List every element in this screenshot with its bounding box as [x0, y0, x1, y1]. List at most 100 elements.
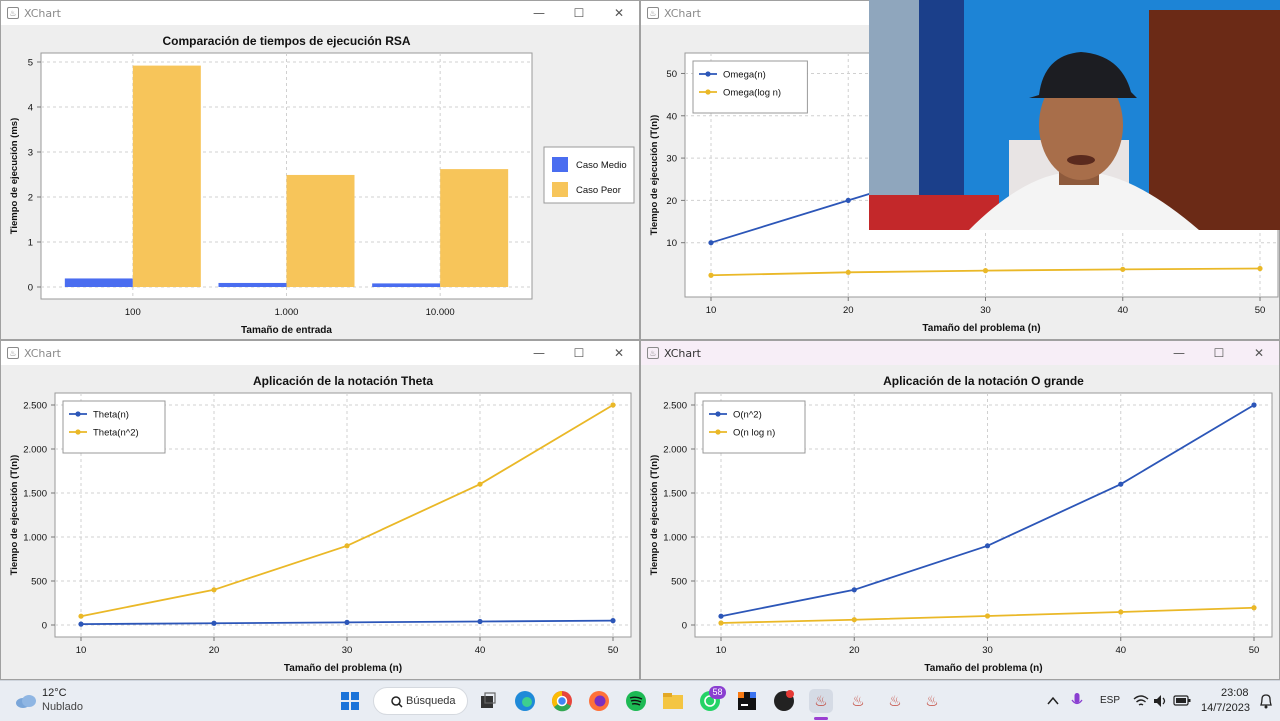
y-tick-label: 10: [666, 238, 677, 249]
x-tick-label: 30: [342, 645, 353, 656]
data-point: [78, 621, 84, 627]
y-tick-label: 2.000: [663, 445, 687, 456]
y-tick-label: 2.500: [663, 401, 687, 412]
x-tick-label: 100: [125, 307, 141, 318]
firefox-icon[interactable]: [587, 689, 611, 713]
close-icon[interactable]: ✕: [1239, 341, 1279, 365]
microphone-icon[interactable]: [1071, 693, 1083, 709]
legend-label: Theta(n): [93, 410, 129, 421]
maximize-icon[interactable]: ☐: [559, 1, 599, 25]
y-tick-label: 2: [28, 193, 33, 204]
intellij-icon[interactable]: [735, 689, 759, 713]
notification-bell-icon[interactable]: [1259, 693, 1273, 709]
x-tick-label: 20: [843, 305, 854, 316]
close-icon[interactable]: ✕: [599, 1, 639, 25]
data-point: [344, 543, 350, 549]
y-tick-label: 1.000: [663, 533, 687, 544]
maximize-icon[interactable]: ☐: [559, 341, 599, 365]
weather-widget[interactable]: 12°C Nublado: [14, 687, 124, 715]
chart-title: Aplicación de la notación O grande: [883, 374, 1084, 388]
battery-icon[interactable]: [1173, 695, 1191, 707]
java-app-icon: ♨: [647, 347, 659, 359]
data-point: [477, 618, 483, 625]
y-tick-label: 1.500: [663, 489, 687, 500]
window-titlebar[interactable]: ♨ XChart — ☐ ✕: [1, 341, 639, 365]
window-title: XChart: [664, 6, 701, 20]
java-taskbar-icon-4[interactable]: ♨: [920, 689, 944, 713]
y-tick-label: 4: [28, 103, 33, 114]
java-taskbar-icon-3[interactable]: ♨: [883, 689, 907, 713]
minimize-icon[interactable]: —: [519, 341, 559, 365]
weather-temp: 12°C: [42, 687, 67, 699]
chrome-icon[interactable]: [550, 689, 574, 713]
java-app-icon: ♨: [647, 7, 659, 19]
x-tick-label: 1.000: [275, 307, 299, 318]
data-point: [1118, 609, 1124, 615]
legend-label: Caso Peor: [576, 185, 621, 196]
x-tick-label: 10.000: [426, 307, 455, 318]
x-tick-label: 30: [980, 305, 991, 316]
x-tick-label: 50: [1255, 305, 1266, 316]
webcam-picture: [869, 0, 1280, 230]
language-indicator[interactable]: ESP: [1100, 695, 1120, 706]
bar-0: [372, 283, 441, 287]
clock-time[interactable]: 23:08: [1221, 687, 1249, 699]
chevron-up-icon[interactable]: [1047, 695, 1059, 707]
github-icon[interactable]: [772, 689, 796, 713]
wifi-icon[interactable]: [1133, 694, 1149, 708]
data-point: [845, 269, 851, 275]
legend-marker: [715, 411, 721, 417]
data-point: [851, 587, 857, 593]
data-point: [1118, 481, 1124, 487]
minimize-icon[interactable]: —: [1159, 341, 1199, 365]
file-explorer-icon[interactable]: [661, 689, 685, 713]
spotify-icon[interactable]: [624, 689, 648, 713]
window-titlebar[interactable]: ♨ XChart — ☐ ✕: [641, 341, 1279, 365]
data-point: [610, 402, 616, 408]
legend-swatch: [552, 157, 568, 172]
task-view-icon[interactable]: [476, 689, 500, 713]
x-tick-label: 50: [608, 645, 619, 656]
y-tick-label: 500: [31, 577, 47, 588]
java-icon: ♨: [925, 693, 939, 710]
java-taskbar-icon-1[interactable]: ♨: [809, 689, 833, 713]
legend-label: Caso Medio: [576, 160, 627, 171]
search-box[interactable]: Búsqueda: [373, 687, 468, 715]
java-icon: ♨: [851, 693, 865, 710]
java-taskbar-icon-2[interactable]: ♨: [846, 689, 870, 713]
clock-date[interactable]: 14/7/2023: [1201, 702, 1250, 714]
y-tick-label: 40: [666, 111, 677, 122]
xchart-window-ogrande: ♨ XChart — ☐ ✕ Aplicación de la notación…: [640, 340, 1280, 680]
data-point: [845, 197, 851, 203]
legend-label: Omega(log n): [723, 88, 781, 99]
window-titlebar[interactable]: ♨ XChart — ☐ ✕: [1, 1, 639, 25]
java-app-icon: ♨: [7, 347, 19, 359]
taskbar: 12°C Nublado Búsqueda 58 ♨ ♨ ♨ ♨ ESP 23:…: [0, 680, 1280, 721]
y-tick-label: 1: [28, 238, 33, 249]
y-tick-label: 1.500: [23, 489, 47, 500]
volume-icon[interactable]: [1153, 694, 1169, 708]
y-tick-label: 50: [666, 69, 677, 80]
close-icon[interactable]: ✕: [599, 341, 639, 365]
legend-marker: [75, 429, 81, 435]
data-point: [477, 481, 483, 487]
java-app-icon: ♨: [7, 7, 19, 19]
minimize-icon[interactable]: —: [519, 1, 559, 25]
data-point: [610, 618, 616, 624]
java-icon: ♨: [814, 693, 828, 710]
legend-swatch: [552, 182, 568, 197]
data-point: [708, 240, 714, 246]
y-tick-label: 30: [666, 154, 677, 165]
y-tick-label: 500: [671, 577, 687, 588]
data-point: [982, 268, 989, 274]
edge-icon[interactable]: [513, 689, 537, 713]
search-label: Búsqueda: [406, 695, 456, 707]
bar-chart: Comparación de tiempos de ejecución RSA T…: [9, 34, 635, 336]
windows-start-icon[interactable]: [338, 689, 362, 713]
legend-marker: [75, 411, 81, 417]
data-point: [344, 619, 350, 625]
bar-1: [132, 65, 201, 287]
y-tick-label: 0: [42, 621, 47, 632]
x-tick-label: 40: [1115, 645, 1126, 656]
maximize-icon[interactable]: ☐: [1199, 341, 1239, 365]
